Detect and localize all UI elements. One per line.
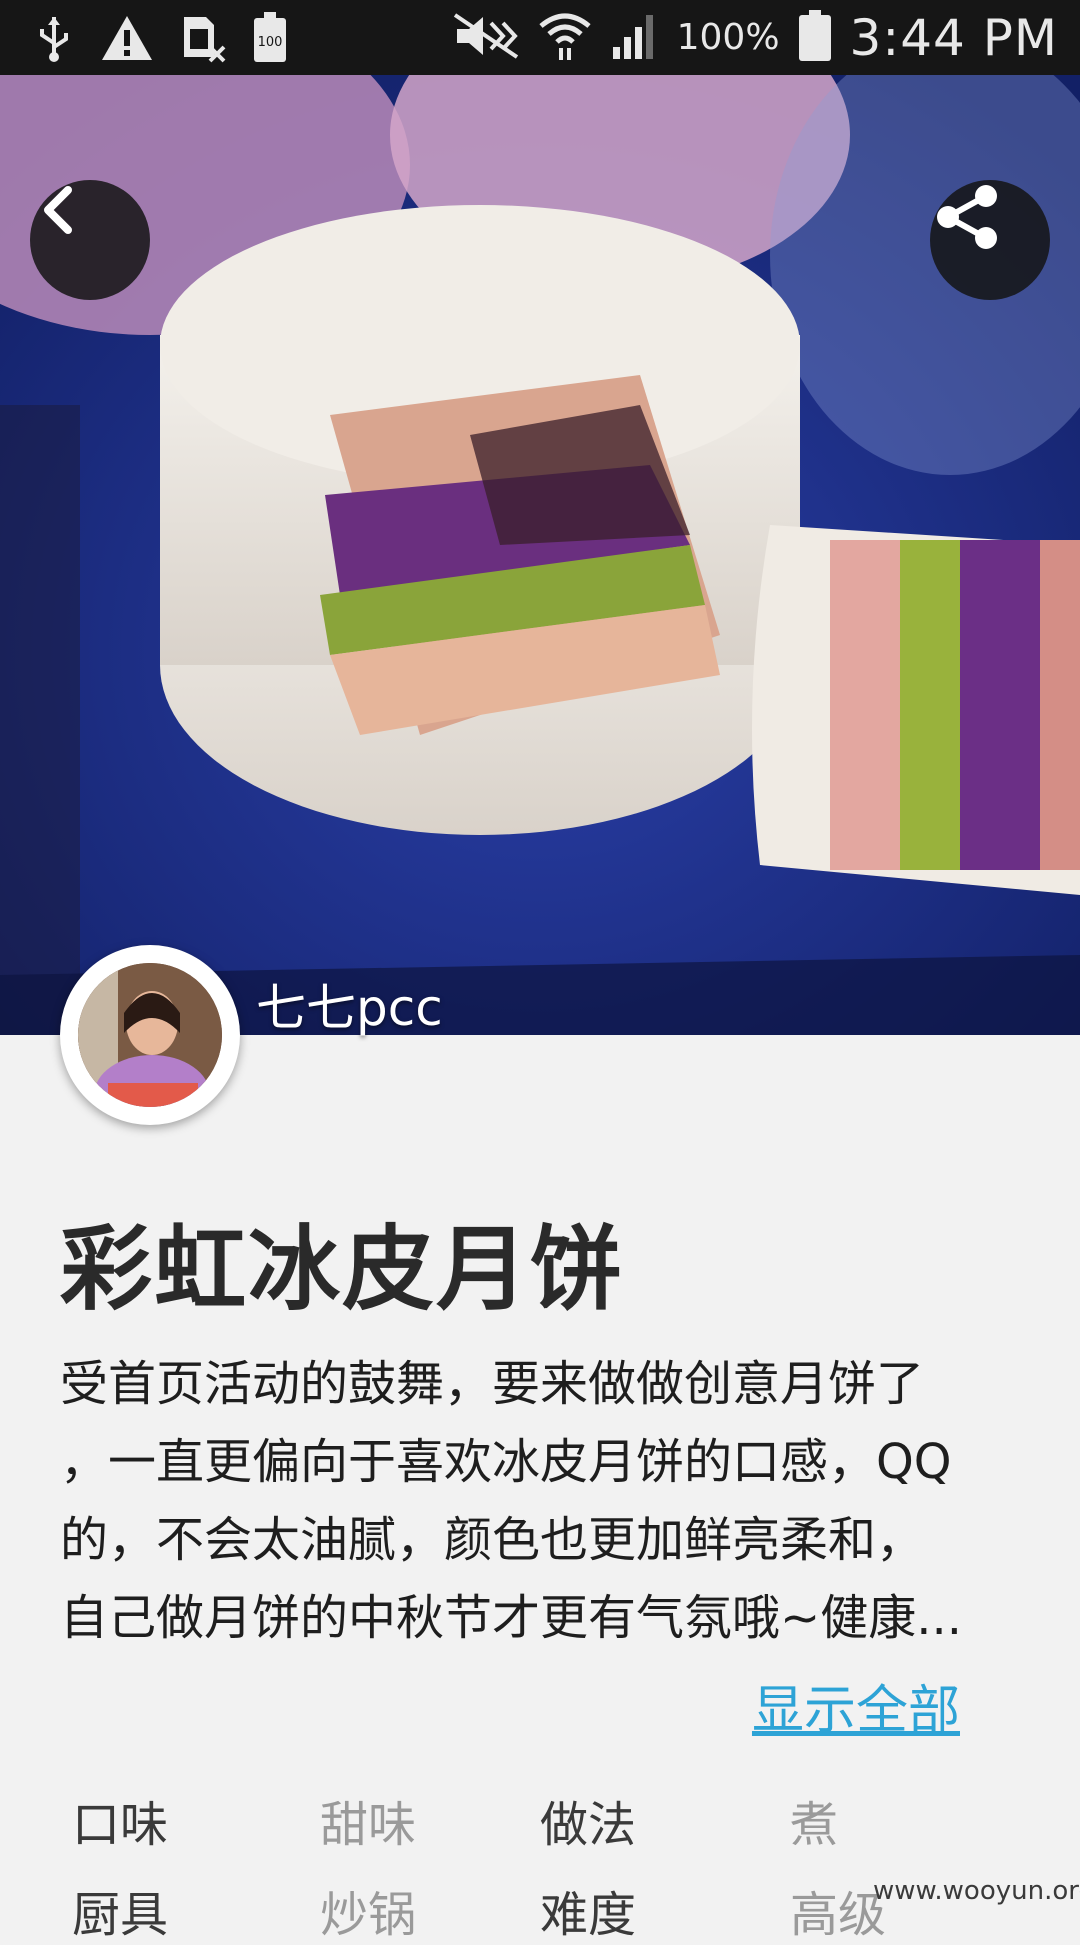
warning-icon xyxy=(100,14,154,66)
author-name[interactable]: 七七pcc xyxy=(256,968,443,1040)
back-button[interactable] xyxy=(30,180,150,300)
description-line: 自己做月饼的中秋节才更有气氛哦~健康... xyxy=(60,1590,962,1646)
watermark: www.wooyun.org xyxy=(873,1876,1080,1906)
recipe-title: 彩虹冰皮月饼 xyxy=(60,1216,625,1323)
show-all-link[interactable]: 显示全部 xyxy=(752,1668,960,1743)
attr-cookware-label: 厨具 xyxy=(72,1887,169,1943)
battery-saver-label: 100 xyxy=(258,35,283,50)
status-bar: 100 100% 3:44 PM xyxy=(0,0,1080,75)
avatar-photo xyxy=(78,963,222,1107)
description-line: ，一直更偏向于喜欢冰皮月饼的口感，QQ xyxy=(60,1434,952,1490)
clock: 3:44 PM xyxy=(849,8,1058,67)
wifi-icon xyxy=(539,10,591,66)
recipe-description: 受首页活动的鼓舞，要来做做创意月饼了 ，一直更偏向于喜欢冰皮月饼的口感，QQ 的… xyxy=(60,1345,1020,1657)
sim-off-icon xyxy=(180,13,226,67)
attr-method-label: 做法 xyxy=(540,1797,637,1853)
attr-difficulty-value: 高级 xyxy=(790,1887,887,1943)
attr-difficulty-label: 难度 xyxy=(540,1887,637,1943)
description-line: 受首页活动的鼓舞，要来做做创意月饼了 xyxy=(60,1356,925,1412)
attr-taste-value: 甜味 xyxy=(320,1797,417,1853)
share-icon xyxy=(937,185,997,249)
usb-icon xyxy=(34,13,74,67)
attr-method-value: 煮 xyxy=(790,1797,839,1853)
attr-taste-label: 口味 xyxy=(72,1797,169,1853)
share-button[interactable] xyxy=(930,180,1050,300)
battery-saver-icon: 100 xyxy=(252,12,288,68)
attr-cookware-value: 炒锅 xyxy=(320,1887,417,1943)
chevron-left-icon xyxy=(44,186,72,234)
mooncake-photo xyxy=(0,75,1080,1035)
battery-icon xyxy=(798,9,832,66)
description-line: 的，不会太油腻，颜色也更加鲜亮柔和， xyxy=(60,1512,925,1568)
author-avatar[interactable] xyxy=(60,945,240,1125)
mute-icon xyxy=(451,11,521,65)
battery-percent: 100% xyxy=(676,17,780,58)
signal-icon xyxy=(609,11,659,65)
recipe-hero-image xyxy=(0,75,1080,1035)
